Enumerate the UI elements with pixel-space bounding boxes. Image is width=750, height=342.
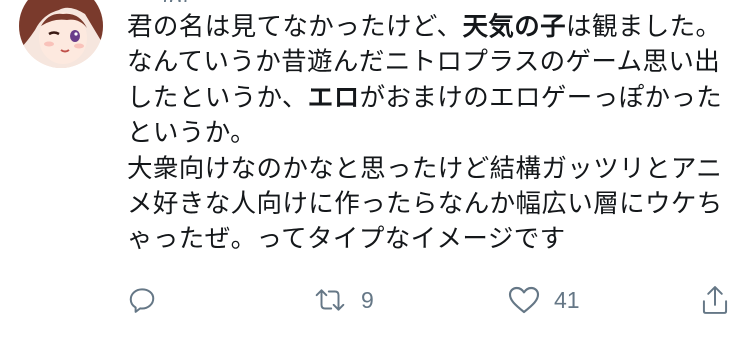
reply-button[interactable] [127,280,171,320]
tweet-text-bold: エロ [307,82,360,113]
avatar-image [19,0,103,68]
tweet-text-line: 君の名は見てなかったけど、天気の子は観ました。 [127,10,737,45]
like-count: 41 [554,286,580,313]
tweet-text-line: というか。 [127,116,737,151]
author-handle-clipped: @ [162,0,188,2]
reply-icon [129,288,155,313]
tweet-author-line[interactable]: … @ [128,0,588,2]
heart-icon [508,286,540,314]
tweet-text-segment: 君の名は見てなかったけど、 [127,12,463,42]
tweet-text-line: ゃったぜ。ってタイプなイメージです [127,222,737,257]
share-icon [702,286,728,314]
tweet-text-bold: 天気の子 [462,12,567,42]
tweet-text-line: 大衆向けなのかなと思ったけど結構ガッツリとアニ [127,152,737,187]
like-button[interactable]: 41 [508,280,580,320]
tweet-text-segment: というか。 [127,118,256,149]
tweet-text-segment: なんていうか昔遊んだニトロプラスのゲーム思い出 [127,47,721,78]
tweet-text-line: メ好きな人向けに作ったらなんか幅広い層にウケち [127,187,737,222]
author-name-clipped: … [128,0,154,2]
tweet-text-segment: ゃったぜ。ってタイプなイメージです [127,224,566,255]
tweet-text: 君の名は見てなかったけど、天気の子は観ました。 なんていうか昔遊んだニトロプラスの… [127,10,737,258]
tweet-text-segment: 大衆向けなのかなと思ったけど結構ガッツリとアニ [127,153,723,184]
retweet-button[interactable]: 9 [313,280,374,320]
share-button[interactable] [700,280,744,320]
tweet-text-segment: は観ました。 [566,12,722,42]
tweet-text-segment: メ好きな人向けに作ったらなんか幅広い層にウケち [127,189,723,220]
retweet-count: 9 [361,286,374,313]
tweet-text-line: なんていうか昔遊んだニトロプラスのゲーム思い出 [127,45,737,80]
avatar[interactable] [19,0,103,68]
tweet-text-line: したというか、エロがおまけのエロゲーっぽかった [127,81,737,116]
retweet-icon [315,289,345,311]
tweet-text-segment: したというか、 [127,82,308,113]
tweet-actions: 9 41 [0,280,750,320]
tweet-text-segment: がおまけのエロゲーっぽかった [359,82,723,113]
